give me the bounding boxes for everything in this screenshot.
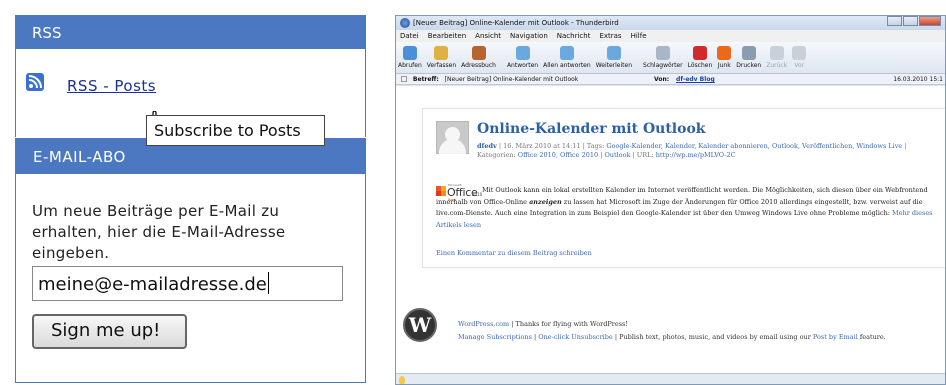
post-short-url[interactable]: http://wp.me/pMLVO-2C (656, 151, 736, 159)
delete-x-icon (692, 46, 707, 60)
subscribe-tooltip: Subscribe to Posts (146, 115, 325, 146)
address-book-icon (471, 46, 486, 60)
menu-bar: Datei Bearbeiten Ansicht Navigation Nach… (396, 30, 945, 42)
verfassen-button[interactable]: Verfassen (427, 46, 456, 73)
email-instructions: Um neue Beiträge per E-Mail zu erhalten,… (32, 202, 286, 262)
status-lightbulb-icon (399, 376, 405, 384)
manage-subscriptions-link[interactable]: Manage Subscriptions (458, 333, 532, 341)
antworten-button[interactable]: Antworten (507, 46, 538, 73)
post-by-email-link[interactable]: Post by Email (813, 333, 858, 341)
main-toolbar: Abrufen Verfassen Adressbuch Antworten A… (396, 42, 945, 74)
message-body: Online-Kalender mit Outlook dfedv | 16. … (396, 86, 945, 382)
junk-flame-icon (717, 46, 732, 60)
print-icon (741, 46, 756, 60)
rss-widget-title: RSS (15, 15, 366, 49)
abrufen-button[interactable]: Abrufen (398, 46, 422, 73)
compose-pen-icon (434, 46, 449, 60)
post-meta: dfedv | 16. März 2010 at 14:11 | Tags: G… (477, 142, 907, 159)
reply-icon (515, 46, 530, 60)
thunderbird-app-icon (400, 18, 410, 28)
zurueck-button[interactable]: Zurück (766, 46, 787, 73)
drucken-button[interactable]: Drucken (736, 46, 761, 73)
vor-button[interactable]: Vor (792, 46, 807, 73)
email-input[interactable]: meine@e-mailadresse.de (32, 266, 343, 301)
menu-hilfe[interactable]: Hilfe (631, 32, 647, 42)
rss-posts-link[interactable]: RSS - Posts (67, 77, 156, 95)
junk-button[interactable]: Junk (717, 46, 732, 73)
message-header: Betreff: [Neuer Beitrag] Online-Kalender… (396, 74, 945, 85)
from-field: Von: df-edv Blog (654, 76, 715, 83)
post-author-link[interactable]: dfedv (477, 142, 497, 150)
loeschen-button[interactable]: Löschen (688, 46, 712, 73)
back-arrow-icon (769, 46, 784, 60)
write-comment-link[interactable]: Einen Kommentar zu diesem Beitrag schrei… (436, 249, 592, 257)
window-controls (886, 16, 941, 28)
status-bar (396, 373, 945, 384)
maximize-icon[interactable] (903, 16, 918, 26)
thunderbird-window: [Neuer Beitrag] Online-Kalender mit Outl… (395, 15, 946, 385)
close-icon[interactable] (919, 16, 941, 26)
post-categories-links[interactable]: Office 2010, Office 2010 | Outlook (518, 151, 631, 159)
reply-all-icon (559, 46, 574, 60)
forward-icon (606, 46, 621, 60)
from-sender-link[interactable]: df-edv Blog (676, 76, 715, 83)
from-label: Von: (654, 76, 670, 83)
menu-nachricht[interactable]: Nachricht (557, 32, 591, 42)
title-bar: [Neuer Beitrag] Online-Kalender mit Outl… (396, 16, 945, 30)
post-tags-links[interactable]: Google-Kalender, Kalender, Kalender abon… (606, 142, 902, 150)
allen-antworten-button[interactable]: Allen antworten (543, 46, 591, 73)
author-avatar (436, 121, 469, 154)
adressbuch-button[interactable]: Adressbuch (461, 46, 496, 73)
email-footer: WordPress.com | Thanks for flying with W… (458, 320, 886, 341)
unsubscribe-link[interactable]: One-click Unsubscribe (538, 333, 613, 341)
tag-icon (655, 46, 670, 60)
schlagwoerter-button[interactable]: Schlagwörter (643, 46, 683, 73)
subject-label: Betreff: (412, 76, 439, 83)
menu-datei[interactable]: Datei (400, 32, 419, 42)
menu-ansicht[interactable]: Ansicht (475, 32, 501, 42)
menu-navigation[interactable]: Navigation (510, 32, 548, 42)
forward-arrow-icon (792, 46, 807, 60)
email-subscription-widget: E-MAIL-ABO Um neue Beiträge per E-Mail z… (15, 138, 366, 383)
wordpress-com-link[interactable]: WordPress.com (458, 320, 509, 328)
rss-feed-icon[interactable] (26, 73, 44, 91)
wordpress-logo-icon: W (403, 308, 437, 342)
post-card: Online-Kalender mit Outlook dfedv | 16. … (422, 108, 945, 268)
window-title: [Neuer Beitrag] Online-Kalender mit Outl… (413, 19, 619, 27)
sign-me-up-button[interactable]: Sign me up! (32, 314, 187, 349)
post-title-link[interactable]: Online-Kalender mit Outlook (477, 121, 706, 137)
subject-value: [Neuer Beitrag] Online-Kalender mit Outl… (444, 76, 579, 83)
header-expand-icon[interactable] (401, 76, 407, 82)
weiterleiten-button[interactable]: Weiterleiten (596, 46, 632, 73)
menu-extras[interactable]: Extras (599, 32, 621, 42)
download-mail-icon (402, 46, 417, 60)
message-date: 16.03.2010 15:1 (893, 76, 943, 83)
minimize-icon[interactable] (887, 16, 902, 26)
post-excerpt: Mit Outlook kann ein lokal erstellten Ka… (436, 186, 933, 229)
blog-sidebar: RSS RSS - Posts Subscribe to Posts E-MAI… (15, 15, 366, 383)
menu-bearbeiten[interactable]: Bearbeiten (428, 32, 466, 42)
